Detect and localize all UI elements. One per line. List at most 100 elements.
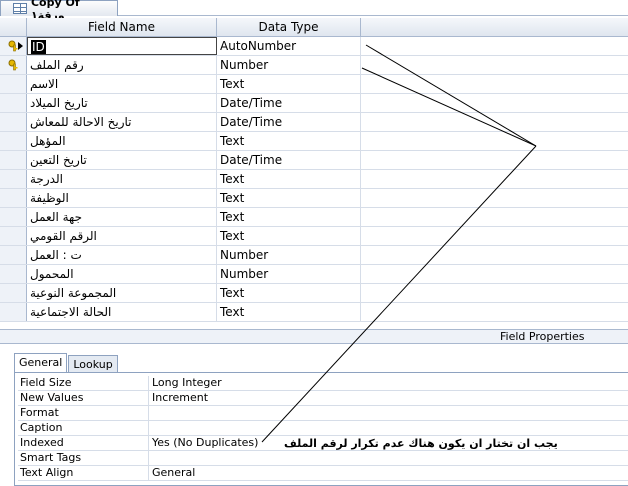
property-row[interactable]: Caption bbox=[18, 421, 628, 436]
description-cell[interactable] bbox=[361, 75, 628, 93]
row-selector[interactable] bbox=[0, 37, 27, 55]
description-cell[interactable] bbox=[361, 151, 628, 169]
field-properties-label: Field Properties bbox=[500, 330, 585, 343]
field-row[interactable]: جهة العمل Text bbox=[0, 208, 628, 227]
field-name-cell[interactable]: ID bbox=[27, 37, 217, 55]
field-name-cell[interactable]: تاريخ الميلاد bbox=[27, 94, 217, 112]
property-label: Format bbox=[18, 406, 149, 420]
data-type-cell[interactable]: Date/Time bbox=[217, 113, 361, 131]
description-cell[interactable] bbox=[361, 37, 628, 55]
data-type-cell[interactable]: Text bbox=[217, 132, 361, 150]
document-tab[interactable]: Copy Of ورقة١ bbox=[0, 0, 118, 22]
field-name-cell[interactable]: الرقم القومي bbox=[27, 227, 217, 245]
row-selector[interactable] bbox=[0, 265, 27, 283]
property-value[interactable] bbox=[149, 406, 628, 420]
data-type-cell[interactable]: Date/Time bbox=[217, 151, 361, 169]
row-selector[interactable] bbox=[0, 56, 27, 74]
description-cell[interactable] bbox=[361, 170, 628, 188]
data-type-cell[interactable]: Text bbox=[217, 208, 361, 226]
property-label: Text Align bbox=[18, 466, 149, 480]
field-name-cell[interactable]: جهة العمل bbox=[27, 208, 217, 226]
description-cell[interactable] bbox=[361, 265, 628, 283]
description-cell[interactable] bbox=[361, 94, 628, 112]
property-value[interactable]: Increment bbox=[149, 391, 628, 405]
field-row[interactable]: الدرجة Text bbox=[0, 170, 628, 189]
property-label: New Values bbox=[18, 391, 149, 405]
field-name-cell[interactable]: الحالة الاجتماعية bbox=[27, 303, 217, 321]
property-value[interactable] bbox=[149, 421, 628, 435]
data-type-cell[interactable]: Date/Time bbox=[217, 94, 361, 112]
field-name-cell[interactable]: تاريخ الاحالة للمعاش bbox=[27, 113, 217, 131]
row-selector[interactable] bbox=[0, 94, 27, 112]
description-cell[interactable] bbox=[361, 113, 628, 131]
property-row[interactable]: New Values Increment bbox=[18, 391, 628, 406]
field-name-cell[interactable]: الاسم bbox=[27, 75, 217, 93]
data-type-cell[interactable]: AutoNumber bbox=[217, 37, 361, 55]
select-all-corner[interactable] bbox=[0, 18, 27, 36]
data-type-cell[interactable]: Text bbox=[217, 170, 361, 188]
description-cell[interactable] bbox=[361, 189, 628, 207]
row-selector[interactable] bbox=[0, 75, 27, 93]
annotation-note: يجب ان تختار ان يكون هناك عدم تكرار لرقم… bbox=[284, 437, 558, 450]
data-type-cell[interactable]: Text bbox=[217, 284, 361, 302]
data-type-cell[interactable]: Text bbox=[217, 75, 361, 93]
data-type-cell[interactable]: Number bbox=[217, 265, 361, 283]
property-value[interactable]: Long Integer bbox=[149, 376, 628, 390]
field-row[interactable]: الوظيفة Text bbox=[0, 189, 628, 208]
description-cell[interactable] bbox=[361, 284, 628, 302]
field-name-cell[interactable]: الوظيفة bbox=[27, 189, 217, 207]
field-name-cell[interactable]: تاريخ التعين bbox=[27, 151, 217, 169]
field-row[interactable]: ID AutoNumber bbox=[0, 37, 628, 56]
row-selector[interactable] bbox=[0, 208, 27, 226]
field-name-cell[interactable]: الدرجة bbox=[27, 170, 217, 188]
field-row[interactable]: تاريخ التعين Date/Time bbox=[0, 151, 628, 170]
field-name-header: Field Name bbox=[27, 18, 217, 36]
description-cell[interactable] bbox=[361, 132, 628, 150]
row-selector[interactable] bbox=[0, 303, 27, 321]
tab-general[interactable]: General bbox=[14, 353, 68, 372]
field-name-cell[interactable]: المؤهل bbox=[27, 132, 217, 150]
field-row[interactable]: رقم الملف Number bbox=[0, 56, 628, 75]
properties-sheet: Field Size Long Integer New Values Incre… bbox=[14, 372, 628, 486]
row-selector[interactable] bbox=[0, 246, 27, 264]
field-row[interactable]: الاسم Text bbox=[0, 75, 628, 94]
row-selector[interactable] bbox=[0, 132, 27, 150]
description-cell[interactable] bbox=[361, 56, 628, 74]
property-row[interactable]: Text Align General bbox=[18, 466, 628, 481]
property-row[interactable]: Field Size Long Integer bbox=[18, 376, 628, 391]
property-value[interactable]: General bbox=[149, 466, 628, 480]
field-name-cell[interactable]: ت : العمل bbox=[27, 246, 217, 264]
field-row[interactable]: تاريخ الاحالة للمعاش Date/Time bbox=[0, 113, 628, 132]
field-row[interactable]: المؤهل Text bbox=[0, 132, 628, 151]
primary-key-icon bbox=[8, 59, 18, 71]
description-cell[interactable] bbox=[361, 246, 628, 264]
row-selector[interactable] bbox=[0, 113, 27, 131]
field-name-cell[interactable]: رقم الملف bbox=[27, 56, 217, 74]
data-type-cell[interactable]: Text bbox=[217, 303, 361, 321]
data-type-cell[interactable]: Number bbox=[217, 246, 361, 264]
description-cell[interactable] bbox=[361, 303, 628, 321]
property-row[interactable]: Format bbox=[18, 406, 628, 421]
data-type-cell[interactable]: Text bbox=[217, 227, 361, 245]
field-row[interactable]: المحمول Number bbox=[0, 265, 628, 284]
data-type-cell[interactable]: Number bbox=[217, 56, 361, 74]
field-row[interactable]: المجموعة النوعية Text bbox=[0, 284, 628, 303]
tab-lookup[interactable]: Lookup bbox=[68, 355, 118, 372]
field-row[interactable]: ت : العمل Number bbox=[0, 246, 628, 265]
description-cell[interactable] bbox=[361, 208, 628, 226]
row-selector[interactable] bbox=[0, 284, 27, 302]
field-name-cell[interactable]: المحمول bbox=[27, 265, 217, 283]
property-value[interactable] bbox=[149, 451, 628, 465]
field-row[interactable]: الرقم القومي Text bbox=[0, 227, 628, 246]
property-row[interactable]: Smart Tags bbox=[18, 451, 628, 466]
row-selector[interactable] bbox=[0, 227, 27, 245]
field-properties-bar: Field Properties bbox=[0, 329, 628, 344]
field-row[interactable]: الحالة الاجتماعية Text bbox=[0, 303, 628, 322]
row-selector[interactable] bbox=[0, 189, 27, 207]
row-selector[interactable] bbox=[0, 170, 27, 188]
field-name-cell[interactable]: المجموعة النوعية bbox=[27, 284, 217, 302]
description-cell[interactable] bbox=[361, 227, 628, 245]
row-selector[interactable] bbox=[0, 151, 27, 169]
data-type-cell[interactable]: Text bbox=[217, 189, 361, 207]
field-row[interactable]: تاريخ الميلاد Date/Time bbox=[0, 94, 628, 113]
